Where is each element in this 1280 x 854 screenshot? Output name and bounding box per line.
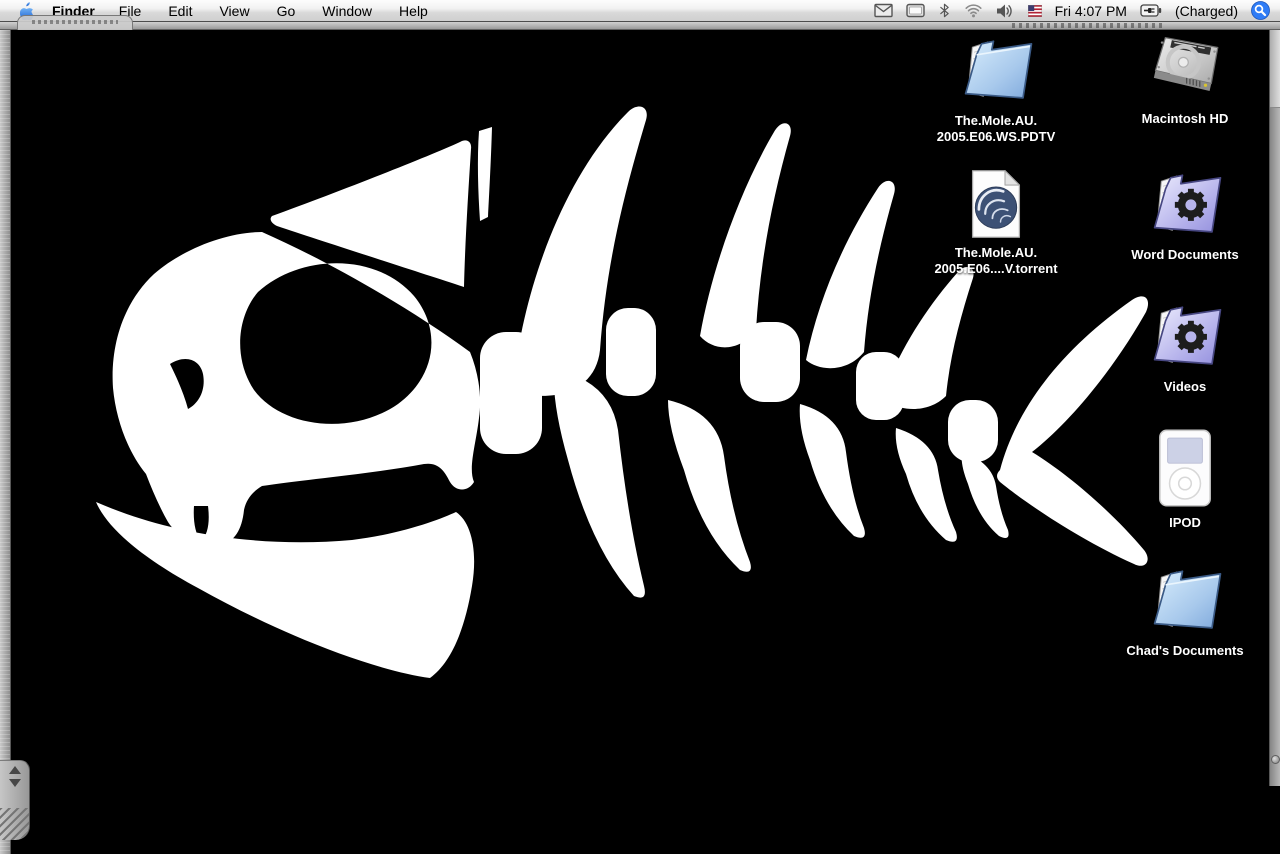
torrent-file-icon — [971, 170, 1021, 238]
fish-rib — [895, 428, 957, 542]
menu-list: File Edit View Go Window Help — [119, 3, 428, 19]
smart-folder-icon — [1153, 174, 1222, 233]
mail-icon[interactable] — [873, 3, 893, 18]
brushed-metal-texture — [0, 30, 10, 854]
icon-label: Videos — [1163, 379, 1207, 394]
menu-edit[interactable]: Edit — [168, 3, 192, 19]
background-window-tab[interactable] — [17, 15, 133, 30]
icon-label: Word Documents — [1131, 247, 1239, 262]
menu-view[interactable]: View — [219, 3, 249, 19]
fish-vertebra — [948, 400, 998, 462]
fish-rib — [553, 370, 645, 598]
desktop-icon-mole-folder[interactable]: The.Mole.AU. 2005.E06.WS.PDTV — [937, 32, 1055, 145]
menu-bar: Finder File Edit View Go Window Help Fri… — [0, 0, 1280, 22]
battery-icon[interactable] — [1140, 4, 1162, 17]
icon-label: The.Mole.AU. — [954, 113, 1038, 128]
fish-fin-sliver — [477, 127, 492, 221]
volume-icon[interactable] — [996, 3, 1015, 19]
desktop-icon-macintosh-hd[interactable]: Macintosh HD — [1129, 30, 1241, 127]
display-icon[interactable] — [905, 3, 925, 18]
background-window-right-edge[interactable] — [1269, 30, 1280, 786]
gear-icon — [1174, 188, 1207, 221]
fish-tail — [997, 296, 1149, 566]
fish-dorsal-spine — [806, 180, 895, 369]
smart-folder-icon — [1153, 306, 1222, 365]
us-flag-icon[interactable] — [1027, 4, 1042, 17]
wifi-icon[interactable] — [964, 3, 983, 18]
desktop: The.Mole.AU. 2005.E06.WS.PDTV Macintosh … — [0, 22, 1280, 854]
background-window-right-top-segment — [1270, 30, 1280, 108]
gear-icon — [1174, 320, 1207, 353]
background-window-text-peek — [1012, 23, 1162, 28]
blue-folder-icon — [1153, 570, 1222, 629]
window-resize-grip[interactable] — [0, 808, 29, 840]
fish-lower-jaw — [96, 502, 475, 678]
fish-rib — [668, 400, 751, 572]
menu-bar-status-area: Fri 4:07 PM (Charged) — [873, 1, 1280, 20]
fish-dorsal-spine — [882, 267, 974, 409]
fish-skull — [112, 232, 481, 545]
background-window-corner[interactable] — [0, 760, 30, 840]
icon-label: IPOD — [1169, 515, 1201, 530]
fish-rib — [799, 404, 865, 538]
menu-window[interactable]: Window — [322, 3, 372, 19]
desktop-icon-ipod[interactable]: IPOD — [1129, 428, 1241, 531]
battery-status-label: (Charged) — [1174, 2, 1238, 19]
scroll-down-arrow-icon[interactable] — [8, 779, 21, 787]
blue-folder-icon — [964, 40, 1033, 99]
desktop-icon-videos[interactable]: Videos — [1129, 298, 1241, 395]
menu-bar-clock[interactable]: Fri 4:07 PM — [1055, 3, 1127, 19]
bluetooth-icon[interactable] — [938, 2, 951, 19]
tab-tiny-text — [32, 20, 118, 24]
scrollbar-knob[interactable] — [1271, 755, 1280, 764]
desktop-icon-chads-documents[interactable]: Chad's Documents — [1126, 562, 1244, 659]
menu-go[interactable]: Go — [277, 3, 296, 19]
desktop-icon-mole-torrent[interactable]: The.Mole.AU. 2005.E06....V.torrent — [934, 168, 1058, 277]
icon-label: 2005.E06.WS.PDTV — [936, 129, 1056, 144]
background-window-left-edge[interactable] — [0, 30, 11, 854]
pirate-fish-skeleton-wallpaper — [96, 106, 1149, 678]
icon-label: 2005.E06....V.torrent — [934, 261, 1058, 276]
menu-help[interactable]: Help — [399, 3, 428, 19]
fish-dorsal-spine — [700, 123, 791, 348]
desktop-icon-word-documents[interactable]: Word Documents — [1129, 166, 1241, 263]
spotlight-icon[interactable] — [1251, 1, 1270, 20]
ipod-icon — [1159, 429, 1211, 507]
fish-vertebra — [606, 308, 656, 396]
scroll-up-arrow-icon[interactable] — [8, 766, 21, 774]
hard-drive-icon — [1153, 37, 1219, 91]
icon-label: Macintosh HD — [1141, 111, 1229, 126]
mac-desktop-screen: Finder File Edit View Go Window Help Fri… — [0, 0, 1280, 854]
icon-label: The.Mole.AU. — [954, 245, 1038, 260]
icon-label: Chad's Documents — [1126, 643, 1244, 658]
